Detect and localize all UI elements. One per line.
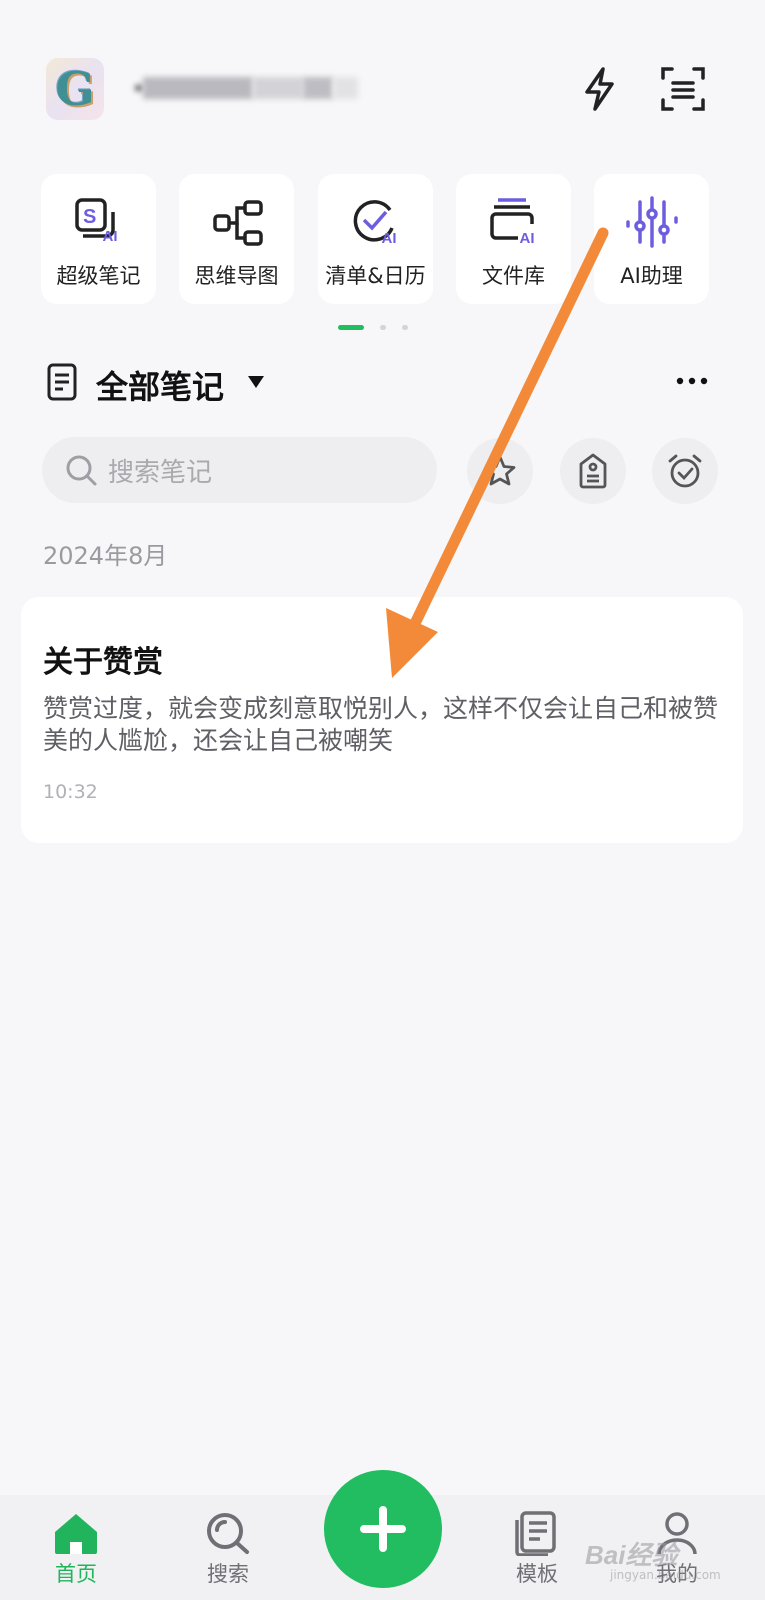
pager-dot [402,325,408,330]
note-title: 关于赞赏 [43,645,163,680]
plus-icon [360,1506,406,1552]
filter-alarm-button[interactable] [652,438,718,504]
alarm-icon [668,454,702,488]
home-icon [55,1514,97,1554]
scan-icon[interactable] [656,62,710,116]
filter-tag-button[interactable] [560,438,626,504]
mind-map-icon [207,196,267,252]
avatar[interactable]: G [46,58,104,120]
notebook-icon [46,362,78,406]
search-placeholder: 搜索笔记 [108,457,213,488]
feature-mind-map[interactable]: 思维导图 [179,174,294,304]
nav-search[interactable]: 搜索 [173,1510,283,1588]
note-excerpt: 赞赏过度，就会变成刻意取悦别人，这样不仅会让自己和被赞美的人尴尬，还会让自己被嘲… [43,694,719,755]
search-input[interactable]: 搜索笔记 [42,437,437,503]
feature-label: 思维导图 [194,264,279,288]
note-time: 10:32 [43,781,98,803]
flash-icon[interactable] [572,62,626,116]
feature-label: AI助理 [620,264,683,288]
nav-label: 首页 [55,1562,97,1586]
feature-ai-assistant[interactable]: AI助理 [594,174,709,304]
star-icon [484,455,516,486]
watermark: Bai经验 [585,1540,678,1570]
feature-label: 文件库 [482,264,545,288]
note-card[interactable]: 关于赞赏 赞赏过度，就会变成刻意取悦别人，这样不仅会让自己和被赞美的人尴尬，还会… [21,597,743,843]
super-note-icon: S AI [69,196,129,252]
username-blurred [135,70,365,106]
feature-label: 清单&日历 [325,264,426,288]
search-icon [64,453,98,487]
template-icon [515,1511,556,1556]
add-note-button[interactable] [324,1470,442,1588]
feature-checklist-calendar[interactable]: AI 清单&日历 [318,174,433,304]
chevron-down-icon[interactable] [246,374,266,394]
svg-text:S: S [83,206,96,228]
feature-super-note[interactable]: S AI 超级笔记 [41,174,156,304]
section-title[interactable]: 全部笔记 [96,362,224,408]
search-icon [207,1513,249,1554]
pager-dot [380,325,386,330]
pager-dot-active [338,325,364,330]
checklist-icon: AI [346,196,406,252]
feature-label: 超级笔记 [56,264,141,288]
date-group-label: 2024年8月 [43,542,168,570]
file-library-icon: AI [484,196,544,252]
nav-label: 搜索 [207,1562,249,1586]
nav-home[interactable]: 首页 [21,1510,131,1588]
nav-label: 模板 [516,1562,558,1586]
filter-star-button[interactable] [467,438,533,504]
tag-icon [579,453,607,489]
more-icon[interactable] [674,368,710,398]
ai-assistant-icon [622,196,682,252]
watermark-url: jingyan.baidu.com [610,1568,721,1582]
feature-file-library[interactable]: AI 文件库 [456,174,571,304]
nav-templates[interactable]: 模板 [482,1510,592,1588]
